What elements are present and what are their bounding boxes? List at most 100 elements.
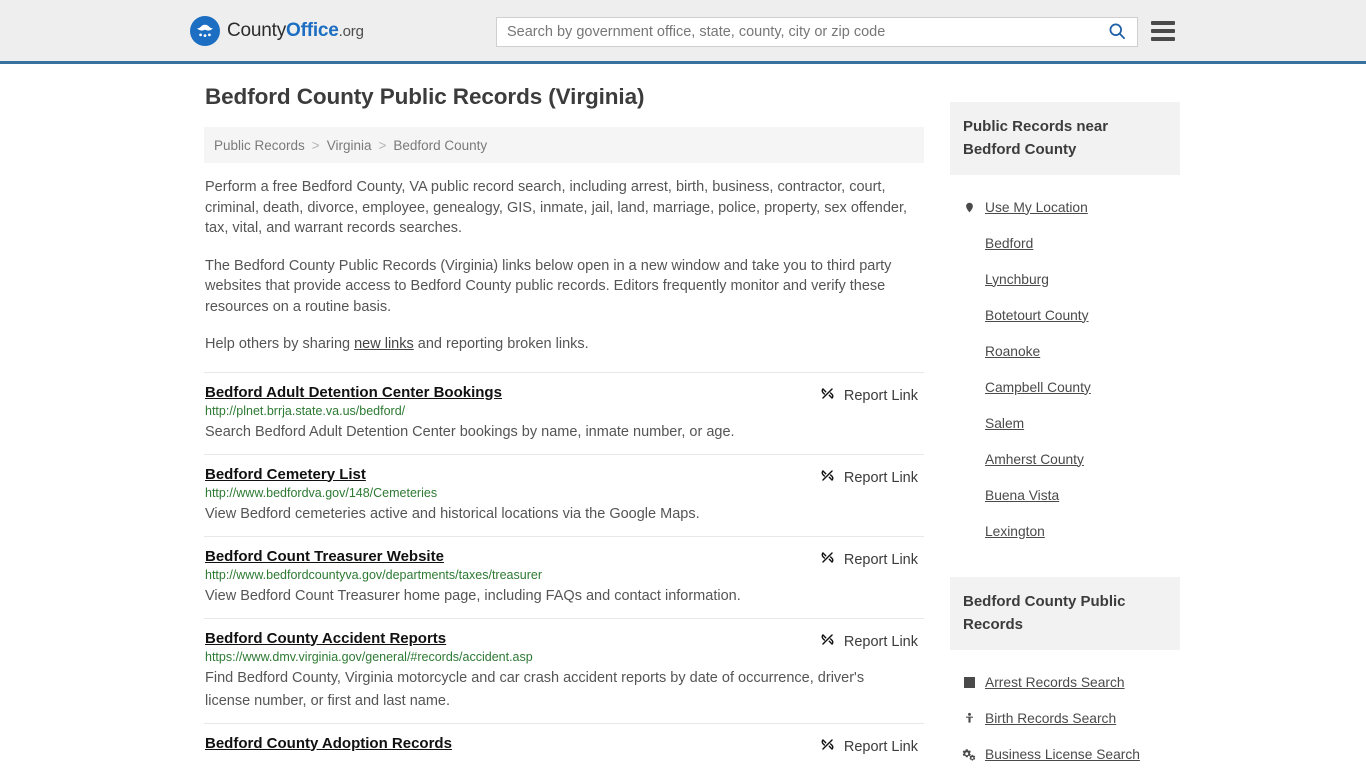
intro-paragraph-1: Perform a free Bedford County, VA public… xyxy=(205,179,908,236)
sidebar-item-arrest-records-search[interactable]: Arrest Records Search xyxy=(950,664,1180,700)
page-body: Bedford County Public Records (Virginia)… xyxy=(0,64,1366,768)
report-link-button[interactable]: Report Link xyxy=(819,549,918,571)
broken-link-icon xyxy=(819,549,836,571)
sidebar-nearby-heading: Public Records near Bedford County xyxy=(950,102,1180,175)
sidebar-nearby-link[interactable]: Salem xyxy=(985,416,1024,431)
sidebar-item-use-my-location[interactable]: Use My Location xyxy=(950,189,1180,225)
sidebar-nearby-link[interactable]: Lexington xyxy=(985,524,1045,539)
sidebar-item-salem[interactable]: Salem xyxy=(950,405,1180,441)
breadcrumb-item-bedford-county: Bedford County xyxy=(393,137,488,153)
broken-link-icon xyxy=(819,467,836,489)
broken-link-icon xyxy=(819,631,836,653)
report-link-button[interactable]: Report Link xyxy=(819,736,918,758)
page-title: Bedford County Public Records (Virginia) xyxy=(205,84,645,109)
help-paragraph: Help others by sharing new links and rep… xyxy=(205,334,924,355)
sidebar-item-lynchburg[interactable]: Lynchburg xyxy=(950,261,1180,297)
report-link-label: Report Link xyxy=(843,469,918,486)
report-link-button[interactable]: Report Link xyxy=(819,467,918,489)
report-link-label: Report Link xyxy=(843,387,918,404)
record-item: Bedford County Accident Reports https://… xyxy=(204,617,924,723)
record-url: http://www.bedfordva.gov/148/Cemeteries xyxy=(205,485,438,500)
sidebar-nearby-link[interactable]: Roanoke xyxy=(985,344,1040,359)
record-item: Bedford Count Treasurer Website http://w… xyxy=(204,535,924,618)
record-url: https://www.dmv.virginia.gov/general/#re… xyxy=(205,649,533,664)
record-title-link[interactable]: Bedford Cemetery List xyxy=(205,466,366,483)
sidebar-records-link[interactable]: Arrest Records Search xyxy=(985,675,1125,690)
broken-link-icon xyxy=(819,385,836,407)
record-item: Bedford Adult Detention Center Bookings … xyxy=(204,371,924,454)
sidebar-item-botetourt-county[interactable]: Botetourt County xyxy=(950,297,1180,333)
record-description: Find Bedford County, Virginia motorcycle… xyxy=(205,669,865,709)
record-url: http://plnet.brrja.state.va.us/bedford/ xyxy=(205,403,406,418)
search-input[interactable] xyxy=(497,24,1097,40)
sidebar-item-lexington[interactable]: Lexington xyxy=(950,513,1180,549)
sidebar-records-heading: Bedford County Public Records xyxy=(950,577,1180,650)
site-logo-text: CountyOffice.org xyxy=(227,20,364,42)
sidebar-nearby-link[interactable]: Buena Vista xyxy=(985,488,1059,503)
sidebar-records-link[interactable]: Birth Records Search xyxy=(985,711,1116,726)
report-link-label: Report Link xyxy=(843,551,918,568)
breadcrumb-item-virginia[interactable]: Virginia xyxy=(327,138,372,153)
search-bar xyxy=(496,17,1138,47)
record-item: Bedford Cemetery List http://www.bedford… xyxy=(204,453,924,536)
eagle-seal-icon xyxy=(190,15,220,46)
breadcrumb: Public Records > Virginia > Bedford Coun… xyxy=(204,127,924,163)
sidebar-item-bedford[interactable]: Bedford xyxy=(950,225,1180,261)
sidebar-nearby-link[interactable]: Botetourt County xyxy=(985,308,1089,323)
breadcrumb-separator: > xyxy=(311,137,320,153)
new-links-link[interactable]: new links xyxy=(354,336,414,352)
hamburger-bar xyxy=(1151,29,1175,33)
record-url: http://www.bedfordcountyva.gov/departmen… xyxy=(205,567,542,582)
report-link-button[interactable]: Report Link xyxy=(819,631,918,653)
sidebar-item-business-license-search[interactable]: Business License Search xyxy=(950,736,1180,768)
help-prefix: Help others by sharing xyxy=(205,336,355,352)
sidebar-nearby-link[interactable]: Campbell County xyxy=(985,380,1091,395)
record-title-link[interactable]: Bedford County Accident Reports xyxy=(205,630,446,647)
sidebar-item-birth-records-search[interactable]: Birth Records Search xyxy=(950,700,1180,736)
sidebar: Public Records near Bedford County Use M… xyxy=(950,84,1180,768)
record-description: View Bedford cemeteries active and histo… xyxy=(205,505,700,522)
square-icon xyxy=(962,676,976,688)
sidebar-nearby-list: Use My Location Bedford Lynchburg Boteto… xyxy=(950,189,1180,549)
record-title-link[interactable]: Bedford Count Treasurer Website xyxy=(205,548,444,565)
hamburger-bar xyxy=(1151,37,1175,41)
record-description: Search Bedford Adult Detention Center bo… xyxy=(205,423,735,440)
logo-text-office: Office xyxy=(286,19,339,41)
sidebar-item-campbell-county[interactable]: Campbell County xyxy=(950,369,1180,405)
sidebar-nearby-link[interactable]: Lynchburg xyxy=(985,272,1049,287)
record-item: Bedford County Adoption Records Report L… xyxy=(204,722,924,765)
sidebar-nearby-link[interactable]: Use My Location xyxy=(985,200,1088,215)
hamburger-menu-icon[interactable] xyxy=(1151,21,1175,41)
breadcrumb-item-public-records[interactable]: Public Records xyxy=(214,138,305,153)
report-link-button[interactable]: Report Link xyxy=(819,385,918,407)
help-suffix: and reporting broken links. xyxy=(413,336,589,352)
sidebar-item-amherst-county[interactable]: Amherst County xyxy=(950,441,1180,477)
record-title-link[interactable]: Bedford County Adoption Records xyxy=(205,735,452,752)
search-button[interactable] xyxy=(1097,18,1137,46)
intro-paragraph-2: The Bedford County Public Records (Virgi… xyxy=(205,257,892,315)
sidebar-nearby-link[interactable]: Bedford xyxy=(985,236,1033,251)
sidebar-item-roanoke[interactable]: Roanoke xyxy=(950,333,1180,369)
site-header: CountyOffice.org xyxy=(0,0,1366,64)
logo-text-county: County xyxy=(227,19,287,41)
main-content: Bedford County Public Records (Virginia)… xyxy=(204,84,924,765)
record-description: View Bedford Count Treasurer home page, … xyxy=(205,587,741,604)
map-pin-icon xyxy=(962,200,976,215)
logo-text-org: .org xyxy=(338,22,364,40)
sidebar-records-link[interactable]: Business License Search xyxy=(985,747,1140,762)
report-link-label: Report Link xyxy=(843,738,918,755)
hamburger-bar xyxy=(1151,21,1175,25)
breadcrumb-separator: > xyxy=(378,137,387,153)
search-icon xyxy=(1107,21,1127,44)
record-title-link[interactable]: Bedford Adult Detention Center Bookings xyxy=(205,384,502,401)
broken-link-icon xyxy=(819,736,836,758)
baby-icon xyxy=(962,711,976,725)
sidebar-nearby-link[interactable]: Amherst County xyxy=(985,452,1084,467)
site-logo[interactable]: CountyOffice.org xyxy=(190,15,364,46)
report-link-label: Report Link xyxy=(843,633,918,650)
sidebar-records-list: Arrest Records Search Birth Records Sear… xyxy=(950,664,1180,768)
sidebar-item-buena-vista[interactable]: Buena Vista xyxy=(950,477,1180,513)
